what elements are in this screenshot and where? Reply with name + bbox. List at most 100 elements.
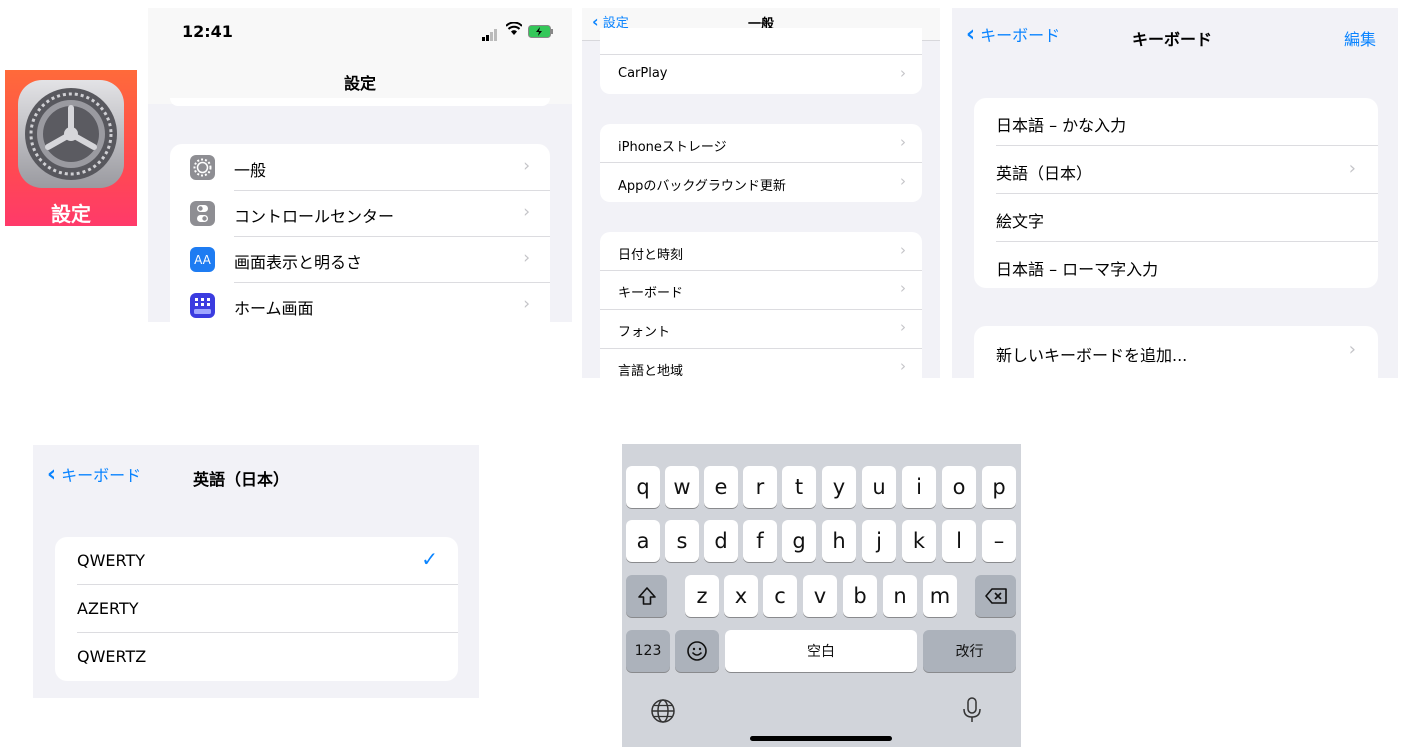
general-group-2: iPhoneストレージ › Appのバックグラウンド更新 › bbox=[600, 124, 922, 202]
chevron-right-icon: › bbox=[900, 318, 906, 336]
settings-item-control-center[interactable]: コントロールセンター › bbox=[170, 191, 550, 236]
nav-bar: 設定 bbox=[148, 48, 572, 104]
shift-icon bbox=[637, 587, 656, 605]
chevron-left-icon: ‹ bbox=[47, 462, 57, 487]
settings-group: 一般 › コントロールセンター › AA 画面表示と明るさ › ホーム画面 › bbox=[170, 144, 550, 334]
gear-icon bbox=[18, 80, 124, 188]
general-item-storage[interactable]: iPhoneストレージ › bbox=[600, 124, 922, 162]
settings-item-display[interactable]: AA 画面表示と明るさ › bbox=[170, 237, 550, 282]
app-icon-label: 設定 bbox=[51, 202, 91, 226]
settings-item-label: 画面表示と明るさ bbox=[234, 253, 363, 272]
layout-item-qwerty[interactable]: QWERTY ✓ bbox=[55, 537, 458, 584]
numbers-key[interactable]: 123 bbox=[626, 630, 670, 672]
key-g[interactable]: g bbox=[782, 520, 816, 562]
chevron-left-icon: ‹ bbox=[966, 22, 976, 47]
chevron-right-icon: › bbox=[523, 294, 530, 314]
key-s[interactable]: s bbox=[665, 520, 699, 562]
english-jp-screen: ‹ キーボード 英語（日本） QWERTY ✓ AZERTY QWERTZ bbox=[33, 445, 479, 698]
chevron-right-icon: › bbox=[900, 64, 906, 82]
space-key[interactable]: 空白 bbox=[725, 630, 917, 672]
key-i[interactable]: i bbox=[902, 466, 936, 508]
general-item-label: 日付と時刻 bbox=[618, 248, 684, 263]
general-item-label: iPhoneストレージ bbox=[618, 140, 727, 155]
key-v[interactable]: v bbox=[803, 575, 837, 617]
key-c[interactable]: c bbox=[763, 575, 797, 617]
checkmark-icon: ✓ bbox=[421, 547, 438, 571]
key-n[interactable]: n bbox=[883, 575, 917, 617]
general-item-label: フォント bbox=[618, 325, 671, 340]
text-size-icon: AA bbox=[190, 247, 215, 272]
key-o[interactable]: o bbox=[942, 466, 976, 508]
general-item-label: 言語と地域 bbox=[618, 364, 684, 379]
key-m[interactable]: m bbox=[923, 575, 957, 617]
key-e[interactable]: e bbox=[704, 466, 738, 508]
layout-item-label: QWERTY bbox=[77, 551, 146, 570]
key-p[interactable]: p bbox=[982, 466, 1016, 508]
general-item-language-region[interactable]: 言語と地域 › bbox=[600, 349, 922, 387]
home-grid-icon bbox=[190, 293, 215, 318]
edit-button[interactable]: 編集 bbox=[1344, 26, 1376, 50]
key-k[interactable]: k bbox=[902, 520, 936, 562]
page-title: キーボード bbox=[1132, 30, 1213, 49]
layout-item-label: QWERTZ bbox=[77, 647, 147, 666]
delete-key[interactable] bbox=[975, 575, 1016, 617]
return-key[interactable]: 改行 bbox=[923, 630, 1016, 672]
settings-item-label: コントロールセンター bbox=[234, 207, 395, 226]
keyboard-item-kana[interactable]: 日本語 – かな入力 bbox=[974, 98, 1378, 145]
key-d[interactable]: d bbox=[704, 520, 738, 562]
page-title: 英語（日本） bbox=[193, 470, 290, 489]
microphone-icon[interactable] bbox=[962, 696, 982, 728]
key-t[interactable]: t bbox=[782, 466, 816, 508]
key-y[interactable]: y bbox=[822, 466, 856, 508]
keyboard-item-label: 英語（日本） bbox=[996, 164, 1093, 183]
layout-item-azerty[interactable]: AZERTY bbox=[55, 585, 458, 632]
general-item-background-refresh[interactable]: Appのバックグラウンド更新 › bbox=[600, 163, 922, 202]
chevron-right-icon: › bbox=[900, 241, 906, 259]
key-u[interactable]: u bbox=[862, 466, 896, 508]
keyboard-item-emoji[interactable]: 絵文字 bbox=[974, 194, 1378, 241]
keyboard-item-english-jp[interactable]: 英語（日本） › bbox=[974, 146, 1378, 193]
key-x[interactable]: x bbox=[724, 575, 758, 617]
general-item-fonts[interactable]: フォント › bbox=[600, 310, 922, 348]
settings-screen: 12:41 設定 一般 › コントロールセンター › AA 画面表示と明るさ ›… bbox=[148, 8, 572, 334]
globe-icon[interactable] bbox=[650, 698, 676, 728]
status-time: 12:41 bbox=[182, 22, 233, 41]
settings-app-icon[interactable]: 設定 bbox=[5, 70, 137, 226]
key-q[interactable]: q bbox=[626, 466, 660, 508]
emoji-icon bbox=[687, 641, 707, 661]
back-button[interactable]: ‹ キーボード bbox=[47, 462, 141, 487]
key-h[interactable]: h bbox=[822, 520, 856, 562]
emoji-key[interactable] bbox=[675, 630, 719, 672]
shift-key[interactable] bbox=[626, 575, 667, 617]
layout-item-label: AZERTY bbox=[77, 599, 139, 618]
add-keyboard-label: 新しいキーボードを追加... bbox=[996, 346, 1188, 365]
key-z[interactable]: z bbox=[685, 575, 719, 617]
status-bar: 12:41 bbox=[148, 8, 572, 48]
toggle-icon bbox=[190, 201, 215, 226]
layout-item-qwertz[interactable]: QWERTZ bbox=[55, 633, 458, 681]
wifi-icon bbox=[505, 21, 523, 40]
settings-item-home-screen[interactable]: ホーム画面 › bbox=[170, 283, 550, 328]
back-label: キーボード bbox=[61, 466, 142, 485]
key-l[interactable]: l bbox=[942, 520, 976, 562]
settings-item-general[interactable]: 一般 › bbox=[170, 144, 550, 190]
chevron-right-icon: › bbox=[900, 172, 906, 190]
general-item-carplay[interactable]: CarPlay › bbox=[600, 55, 922, 94]
keyboard-item-label: 日本語 – かな入力 bbox=[996, 116, 1127, 135]
key-a[interactable]: a bbox=[626, 520, 660, 562]
backspace-icon bbox=[984, 588, 1007, 604]
keyboard-item-romaji[interactable]: 日本語 – ローマ字入力 bbox=[974, 242, 1378, 288]
back-button[interactable]: ‹ キーボード bbox=[966, 22, 1060, 47]
chevron-right-icon: › bbox=[1348, 158, 1356, 179]
key-r[interactable]: r bbox=[743, 466, 777, 508]
general-item-date-time[interactable]: 日付と時刻 › bbox=[600, 232, 922, 270]
add-keyboard-button[interactable]: 新しいキーボードを追加... › bbox=[974, 326, 1378, 386]
key-dash[interactable]: – bbox=[982, 520, 1016, 562]
key-w[interactable]: w bbox=[665, 466, 699, 508]
key-j[interactable]: j bbox=[862, 520, 896, 562]
general-item-keyboard[interactable]: キーボード › bbox=[600, 271, 922, 309]
key-f[interactable]: f bbox=[743, 520, 777, 562]
software-keyboard: q w e r t y u i o p a s d f g h j k l – … bbox=[622, 444, 1021, 747]
general-group-1: CarPlay › bbox=[600, 28, 922, 94]
key-b[interactable]: b bbox=[843, 575, 877, 617]
